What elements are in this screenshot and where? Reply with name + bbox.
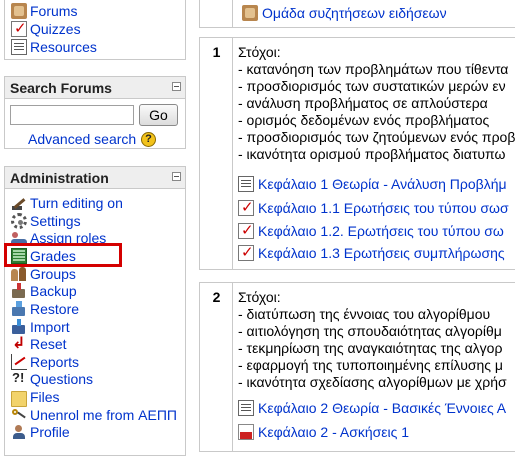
questions-link[interactable]: Questions xyxy=(11,370,93,388)
resource-label: Κεφάλαιο 1.1 Ερωτήσεις του τύπου σωσ xyxy=(258,200,509,216)
pencil-icon xyxy=(11,195,27,211)
profile-icon xyxy=(11,424,27,440)
resource-link[interactable]: Κεφάλαιο 2 Θεωρία - Βασικές Έννοιες Α xyxy=(238,399,506,417)
document-icon xyxy=(238,400,254,416)
go-button[interactable]: Go xyxy=(139,104,178,126)
admin-item-label: Questions xyxy=(30,371,94,387)
goal-line: - προσδιορισμός των συστατικών μερών εν xyxy=(238,78,506,94)
section-number: 2 xyxy=(212,289,221,305)
resource-label: Κεφάλαιο 1.3 Ερωτήσεις συμπλήρωσης xyxy=(258,245,505,261)
pdf-link[interactable]: Κεφάλαιο 2 - Ασκήσεις 1 xyxy=(238,423,409,441)
files-link[interactable]: Files xyxy=(11,388,60,407)
goal-line: - ανάλυση προβλήματος σε απλούστερα xyxy=(238,95,488,111)
resource-label: Κεφάλαιο 1.2. Ερωτήσεις του τύπου σω xyxy=(258,223,504,239)
reset-icon xyxy=(11,333,27,353)
search-forums-header: Search Forums xyxy=(5,77,185,99)
section-side-cell xyxy=(200,0,233,27)
section-side-cell: 2 xyxy=(200,283,233,451)
goal-line: - διατύπωση της έννοιας του αλγορίθμου xyxy=(238,306,491,322)
course-section-0: Ομάδα συζητήσεων ειδήσεων xyxy=(199,0,515,28)
resource-label: Κεφάλαιο 1 Θεωρία - Ανάλυση Προβλήμ xyxy=(258,176,507,192)
activities-block: Forums Quizzes Resources xyxy=(4,0,186,60)
settings-link[interactable]: Settings xyxy=(11,212,81,230)
groups-link[interactable]: Groups xyxy=(11,265,76,283)
pdf-icon xyxy=(238,424,254,440)
quizzes-link[interactable]: Quizzes xyxy=(11,19,81,38)
admin-item-label: Groups xyxy=(30,266,76,282)
administration-header: Administration xyxy=(5,167,185,189)
help-icon[interactable]: ? xyxy=(141,132,156,147)
section-side-cell: 1 xyxy=(200,38,233,269)
goal-line: - ικανότητα ορισμού προβλήματος διατυπω xyxy=(238,146,506,162)
folder-icon xyxy=(11,391,27,407)
resources-link[interactable]: Resources xyxy=(11,38,97,56)
forums-link[interactable]: Forums xyxy=(11,2,77,20)
restore-icon xyxy=(11,301,27,317)
search-forums-block: Search Forums Go Advanced search ? xyxy=(4,76,186,149)
resource-icon xyxy=(11,39,27,55)
goal-line: - τεκμηρίωση της αναγκαιότητας της αλγορ xyxy=(238,340,503,356)
groups-icon xyxy=(11,266,27,282)
advanced-search-link[interactable]: Advanced search xyxy=(28,131,136,147)
backup-icon xyxy=(11,283,27,299)
goal-line: - κατανόηση των προβλημάτων που τίθεντα xyxy=(238,61,509,77)
goal-line: - ορισμός δεδομένων ενός προβλήματος xyxy=(238,112,490,128)
unenrol-link[interactable]: Unenrol me from ΑΕΠΠ xyxy=(11,406,177,424)
forum-icon xyxy=(242,5,258,21)
quiz-link[interactable]: Κεφάλαιο 1.2. Ερωτήσεις του τύπου σω xyxy=(238,221,504,240)
admin-item-label: Turn editing on xyxy=(30,195,123,211)
news-forum-label: Ομάδα συζητήσεων ειδήσεων xyxy=(262,5,447,21)
admin-item-label: Restore xyxy=(30,301,80,317)
resources-label: Resources xyxy=(30,39,97,55)
profile-link[interactable]: Profile xyxy=(11,423,70,441)
admin-item-label: Files xyxy=(30,389,60,405)
resource-label: Κεφάλαιο 2 Θεωρία - Βασικές Έννοιες Α xyxy=(258,400,507,416)
restore-link[interactable]: Restore xyxy=(11,300,79,318)
admin-item-label: Backup xyxy=(30,283,77,299)
news-forum-link[interactable]: Ομάδα συζητήσεων ειδήσεων xyxy=(242,4,447,22)
reports-icon xyxy=(11,354,27,370)
goal-line: - εφαρμογή της τυποποιημένης επίλυσης μ xyxy=(238,357,503,373)
section-heading: Στόχοι: xyxy=(238,289,281,305)
collapse-icon[interactable] xyxy=(172,172,181,181)
section-number: 1 xyxy=(212,44,221,60)
admin-item-label: Settings xyxy=(30,213,81,229)
reset-link[interactable]: Reset xyxy=(11,333,67,353)
turn-editing-on-link[interactable]: Turn editing on xyxy=(11,194,123,212)
goal-line: - προσδιορισμός των ζητούμενων ενός προβ xyxy=(238,129,515,145)
admin-item-label: Reset xyxy=(30,336,67,352)
quiz-icon xyxy=(11,19,27,37)
search-forums-title: Search Forums xyxy=(10,80,112,96)
reports-link[interactable]: Reports xyxy=(11,353,79,371)
grades-highlight-box xyxy=(4,243,122,267)
quiz-icon xyxy=(238,198,254,216)
questions-icon xyxy=(11,370,27,387)
course-section-2: 2 Στόχοι: - διατύπωση της έννοιας του αλ… xyxy=(199,282,515,452)
forum-icon xyxy=(11,3,27,19)
goal-line: - ικανότητα σχεδίασης αλγορίθμων με χρήσ xyxy=(238,374,507,390)
quiz-link[interactable]: Κεφάλαιο 1.1 Ερωτήσεις του τύπου σωσ xyxy=(238,198,509,217)
section-heading: Στόχοι: xyxy=(238,44,281,60)
forums-label: Forums xyxy=(30,3,78,19)
quiz-icon xyxy=(238,243,254,261)
search-input[interactable] xyxy=(10,105,134,125)
resource-link[interactable]: Κεφάλαιο 1 Θεωρία - Ανάλυση Προβλήμ xyxy=(238,175,507,193)
resource-label: Κεφάλαιο 2 - Ασκήσεις 1 xyxy=(258,424,410,440)
admin-item-label: Profile xyxy=(30,424,70,440)
quiz-link[interactable]: Κεφάλαιο 1.3 Ερωτήσεις συμπλήρωσης xyxy=(238,243,505,262)
course-section-1: 1 Στόχοι: - κατανόηση των προβλημάτων πο… xyxy=(199,37,515,270)
goal-line: - αιτιολόγηση της σπουδαιότητας αλγορίθμ xyxy=(238,323,502,339)
admin-item-label: Import xyxy=(30,319,70,335)
quiz-icon xyxy=(238,221,254,239)
administration-title: Administration xyxy=(10,170,109,186)
administration-block: Administration Turn editing on Settings … xyxy=(4,166,186,456)
admin-item-label: Reports xyxy=(30,354,80,370)
settings-icon xyxy=(11,213,27,229)
admin-item-label: Unenrol me from ΑΕΠΠ xyxy=(30,407,178,423)
unenrol-icon xyxy=(11,407,27,423)
collapse-icon[interactable] xyxy=(172,82,181,91)
quizzes-label: Quizzes xyxy=(30,21,81,37)
backup-link[interactable]: Backup xyxy=(11,282,77,300)
document-icon xyxy=(238,176,254,192)
